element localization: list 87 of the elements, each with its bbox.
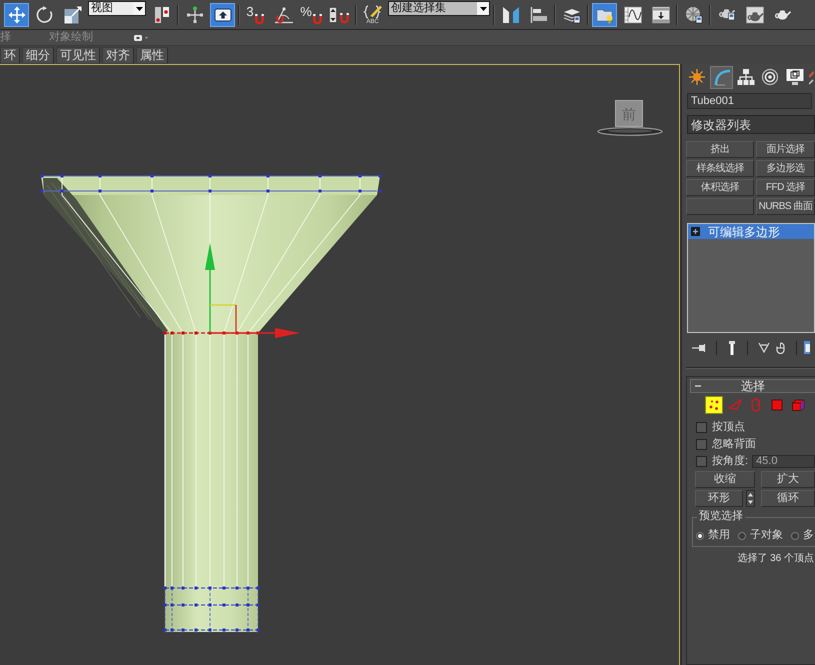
ring-button[interactable]: 环形	[695, 490, 743, 507]
radio-button[interactable]	[738, 532, 746, 540]
keyboard-toggle-button[interactable]	[210, 2, 235, 26]
selection-set-dropdown[interactable]: 创建选择集	[388, 1, 490, 16]
modifier-button[interactable]: 面片选择	[756, 141, 815, 158]
radio-button[interactable]	[696, 532, 704, 540]
scene-explorer-button[interactable]	[592, 2, 617, 26]
magnet-icon	[254, 14, 265, 24]
checkbox[interactable]	[696, 439, 707, 450]
sphere-document-icon	[684, 6, 702, 24]
shrink-button[interactable]: 收缩	[695, 471, 755, 488]
i-bar-icon[interactable]	[729, 340, 735, 354]
modifier-stack-item[interactable]: 可编辑多边形	[688, 224, 814, 239]
angle-magnet-icon	[274, 6, 294, 24]
spinner-icon[interactable]	[746, 490, 755, 507]
teapot-icon	[774, 10, 790, 20]
modifier-button[interactable]: 样条线选择	[686, 160, 754, 177]
modifier-button[interactable]: 多边形选	[756, 160, 815, 177]
coordinate-dropdown[interactable]: 视图	[88, 1, 146, 16]
monitor-icon	[786, 68, 804, 86]
modifier-list-dropdown[interactable]: 修改器列表	[687, 115, 815, 134]
element-cube-icon	[791, 398, 805, 412]
ribbon-panel-button[interactable]: 细分	[22, 46, 54, 64]
move-gizmo[interactable]	[205, 243, 300, 338]
radio-label[interactable]: 子对象	[750, 530, 783, 541]
sub-object-level-button[interactable]	[705, 396, 723, 414]
group-title: 预览选择	[697, 511, 745, 522]
pin-icon[interactable]	[692, 344, 706, 352]
checkbox-label[interactable]: 按顶点	[712, 422, 745, 433]
spinner-arrows-icon	[329, 6, 337, 22]
checkbox[interactable]	[696, 422, 707, 433]
sun-icon	[688, 68, 706, 86]
magnet-icon	[312, 14, 323, 24]
modifier-button[interactable]: 挤出	[686, 141, 754, 158]
checkbox-label[interactable]: 按角度:	[712, 456, 748, 467]
magnet-icon	[339, 13, 350, 24]
teapot-frame-icon	[746, 6, 764, 24]
checkbox-label[interactable]: 忽略背面	[712, 439, 756, 450]
modifier-button[interactable]: NURBS 曲面	[756, 198, 815, 215]
grow-button[interactable]: 扩大	[761, 471, 815, 488]
pivot-bars-icon	[152, 6, 170, 24]
teapot-document-icon	[718, 9, 734, 20]
checkbox[interactable]	[696, 456, 707, 467]
scale-squares-icon	[64, 6, 82, 24]
circular-arrow-icon	[36, 6, 54, 24]
dropdown-arrow-icon	[136, 6, 142, 10]
cut-off-tool-icon	[809, 69, 814, 85]
vertex-dots-icon	[707, 398, 721, 412]
align-bars-icon	[530, 6, 548, 24]
polygon-square-icon	[770, 398, 784, 412]
minus-icon	[695, 383, 701, 389]
up-arrow-key-icon	[214, 6, 232, 24]
ribbon-panel-label: 对象绘制	[49, 32, 93, 43]
object-name-field[interactable]: Tube001	[687, 93, 812, 109]
hierarchy-tree-icon	[737, 68, 756, 86]
snap-toggle-button[interactable]: 3	[243, 2, 268, 26]
viewcube-ring-icon[interactable]	[597, 127, 663, 136]
ribbon-panel-button[interactable]: 可见性	[56, 46, 100, 64]
modifier-button[interactable]: 体积选择	[686, 179, 754, 196]
ribbon-panel-button[interactable]: 对齐	[102, 46, 134, 64]
loop-button[interactable]: 循环	[761, 490, 815, 507]
arc-icon	[712, 68, 731, 86]
crosshair-icon	[186, 6, 204, 24]
edge-triangle-icon	[728, 398, 742, 412]
braces-pencil-icon	[362, 4, 382, 18]
concentric-rings-icon	[761, 68, 780, 86]
radio-label[interactable]: 禁用	[708, 530, 730, 541]
radio-label[interactable]: 多	[803, 530, 814, 541]
panel-menu-icon[interactable]	[134, 34, 148, 40]
v-shape-icon[interactable]	[758, 342, 770, 353]
move-tool-button[interactable]	[4, 2, 29, 26]
window-icon[interactable]	[804, 341, 810, 354]
border-loop-icon	[749, 398, 763, 412]
expand-box-icon[interactable]	[691, 227, 700, 236]
modifier-button[interactable]: FFD 选择	[756, 179, 815, 196]
angle-value-field[interactable]: 45.0	[752, 455, 815, 468]
mouse-icon[interactable]	[776, 342, 785, 354]
ribbon-panel-button[interactable]: 属性	[136, 46, 168, 64]
mirror-shapes-icon	[502, 6, 520, 24]
selection-status-text: 选择了 36 个顶点	[737, 554, 814, 564]
curve-graph-icon	[624, 6, 642, 24]
percent-snap-button[interactable]: %	[299, 2, 324, 26]
radio-button[interactable]	[791, 532, 799, 540]
ribbon-panel-button[interactable]: 环	[0, 46, 20, 64]
rollout-header[interactable]: 选择	[690, 379, 815, 393]
four-arrows-icon	[8, 6, 26, 24]
dropdown-arrow-icon	[480, 6, 486, 10]
